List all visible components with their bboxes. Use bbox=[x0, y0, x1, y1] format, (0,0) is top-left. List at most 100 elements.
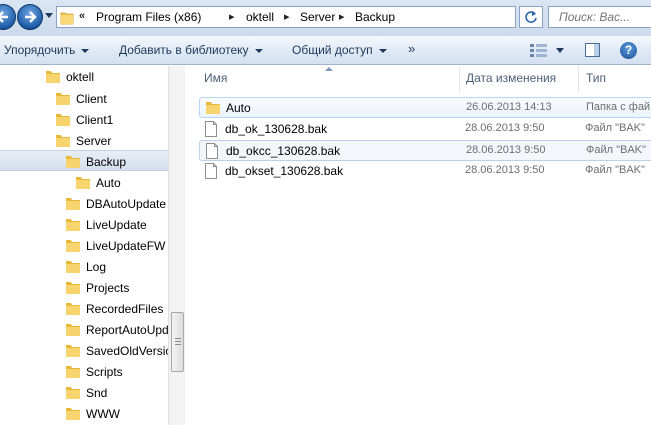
preview-pane-icon[interactable] bbox=[585, 43, 600, 57]
tree-item-projects[interactable]: Projects bbox=[0, 277, 168, 298]
chevron-down-icon bbox=[254, 48, 263, 53]
forward-button[interactable] bbox=[17, 4, 43, 30]
add-to-library-button[interactable]: Добавить в библиотеку bbox=[119, 43, 263, 57]
column-header-type[interactable]: Тип bbox=[586, 71, 606, 85]
file-name: db_ok_130628.bak bbox=[225, 122, 328, 136]
file-row-db-ok[interactable]: db_ok_130628.bak 28.06.2013 9:50 Файл "B… bbox=[199, 119, 651, 140]
tree-item-reportautoupd[interactable]: ReportAutoUpd bbox=[0, 319, 169, 340]
refresh-button[interactable] bbox=[519, 6, 543, 28]
recent-pages-chevron-icon[interactable] bbox=[45, 13, 53, 18]
file-type: Папка с фай bbox=[586, 101, 651, 113]
tree-item-backup[interactable]: Backup bbox=[0, 150, 168, 171]
tree-item-dbautoupdate[interactable]: DBAutoUpdate bbox=[0, 193, 168, 214]
search-box[interactable] bbox=[548, 6, 651, 28]
file-row-auto[interactable]: Auto 26.06.2013 14:13 Папка с фай bbox=[199, 97, 651, 118]
folder-icon bbox=[56, 135, 70, 147]
change-view-icon[interactable] bbox=[530, 43, 548, 57]
breadcrumb-backup[interactable]: Backup bbox=[355, 10, 395, 24]
view-options-chevron-icon[interactable] bbox=[556, 48, 564, 53]
share-button[interactable]: Общий доступ bbox=[292, 43, 387, 57]
folder-icon bbox=[66, 219, 80, 231]
file-type: Файл "BAK" bbox=[585, 164, 645, 176]
chevron-down-icon bbox=[81, 48, 90, 53]
file-date: 28.06.2013 9:50 bbox=[465, 164, 545, 176]
breadcrumb-overflow[interactable]: « bbox=[79, 10, 85, 22]
file-icon bbox=[205, 121, 217, 137]
chevron-down-icon bbox=[378, 48, 387, 53]
address-field[interactable]: « Program Files (x86) ▸ oktell ▸ Server … bbox=[56, 6, 570, 28]
folder-icon bbox=[46, 71, 60, 83]
tree-item-label: Projects bbox=[86, 281, 130, 295]
file-name: Auto bbox=[226, 101, 251, 115]
column-divider[interactable] bbox=[578, 66, 579, 92]
breadcrumb-server[interactable]: Server bbox=[300, 10, 335, 24]
back-arrow-icon bbox=[0, 11, 8, 23]
file-icon bbox=[206, 143, 218, 159]
breadcrumb-separator[interactable]: ▸ bbox=[284, 10, 290, 23]
tree-item-savedoldversio[interactable]: SavedOldVersio bbox=[0, 340, 172, 361]
tree-item-snd[interactable]: Snd bbox=[0, 382, 168, 403]
tree-item-label: DBAutoUpdate bbox=[86, 197, 167, 211]
tree-item-label: SavedOldVersio bbox=[86, 344, 173, 358]
command-toolbar: Упорядочить Добавить в библиотеку Общий … bbox=[0, 36, 651, 65]
folder-icon bbox=[66, 282, 80, 294]
file-type: Файл "BAK" bbox=[585, 122, 645, 134]
column-divider[interactable] bbox=[459, 66, 460, 92]
address-bar-row: « Program Files (x86) ▸ oktell ▸ Server … bbox=[0, 0, 651, 36]
column-header-date[interactable]: Дата изменения bbox=[466, 71, 556, 85]
tree-item-www[interactable]: WWW bbox=[0, 403, 168, 424]
tree-item-client1[interactable]: Client1 bbox=[0, 109, 168, 130]
tree-item-label: Scripts bbox=[86, 365, 123, 379]
folder-icon bbox=[60, 12, 74, 25]
tree-item-scripts[interactable]: Scripts bbox=[0, 361, 168, 382]
file-list-pane: Имя Дата изменения Тип Auto 26.06.2013 1… bbox=[189, 66, 651, 425]
tree-item-label: Server bbox=[76, 134, 112, 148]
back-button[interactable] bbox=[0, 4, 16, 30]
breadcrumb-separator[interactable]: ▸ bbox=[229, 10, 235, 23]
file-row-db-okset[interactable]: db_okset_130628.bak 28.06.2013 9:50 Файл… bbox=[199, 161, 651, 182]
folder-icon bbox=[66, 303, 80, 315]
scrollbar-thumb[interactable] bbox=[171, 312, 184, 372]
file-name: db_okset_130628.bak bbox=[225, 164, 344, 178]
file-date: 26.06.2013 14:13 bbox=[466, 101, 552, 113]
file-icon bbox=[205, 163, 217, 179]
tree-item-label: ReportAutoUpd bbox=[86, 323, 169, 337]
organize-button[interactable]: Упорядочить bbox=[4, 43, 90, 57]
file-type: Файл "BAK" bbox=[586, 144, 646, 156]
navigation-scrollbar[interactable] bbox=[168, 66, 185, 425]
tree-item-label: Auto bbox=[96, 176, 121, 190]
tree-item-label: Client1 bbox=[76, 113, 114, 127]
folder-icon bbox=[66, 261, 80, 273]
column-header-name[interactable]: Имя bbox=[204, 71, 227, 85]
tree-item-label: Log bbox=[86, 260, 107, 274]
tree-item-liveupdate[interactable]: LiveUpdate bbox=[0, 214, 168, 235]
tree-item-server[interactable]: Server bbox=[0, 130, 168, 151]
search-input[interactable] bbox=[549, 7, 651, 27]
tree-item-auto[interactable]: Auto bbox=[0, 172, 168, 193]
help-icon[interactable]: ? bbox=[620, 42, 637, 59]
tree-item-log[interactable]: Log bbox=[0, 256, 168, 277]
folder-icon bbox=[66, 240, 80, 252]
sort-ascending-icon bbox=[325, 67, 333, 71]
navigation-pane: oktell Client Client1 Server Backup Auto… bbox=[0, 66, 185, 425]
breadcrumb-separator[interactable]: ▸ bbox=[339, 10, 345, 23]
organize-label: Упорядочить bbox=[4, 43, 76, 57]
share-label: Общий доступ bbox=[292, 43, 373, 57]
folder-icon bbox=[66, 387, 80, 399]
folder-open-icon bbox=[66, 156, 80, 168]
tree-item-label: LiveUpdateFW bbox=[86, 239, 166, 253]
breadcrumb-program-files[interactable]: Program Files (x86) bbox=[96, 10, 201, 24]
folder-icon bbox=[56, 93, 70, 105]
add-to-library-label: Добавить в библиотеку bbox=[119, 43, 249, 57]
file-date: 28.06.2013 9:50 bbox=[465, 122, 545, 134]
breadcrumb-oktell[interactable]: oktell bbox=[246, 10, 274, 24]
tree-item-recordedfiles[interactable]: RecordedFiles bbox=[0, 298, 168, 319]
tree-item-client[interactable]: Client bbox=[0, 88, 168, 109]
tree-item-liveupdatefw[interactable]: LiveUpdateFW bbox=[0, 235, 168, 256]
tree-item-oktell[interactable]: oktell bbox=[0, 66, 168, 87]
tree-item-label: WWW bbox=[86, 407, 120, 421]
file-row-db-okcc[interactable]: db_okcc_130628.bak 28.06.2013 9:50 Файл … bbox=[199, 140, 651, 161]
file-name: db_okcc_130628.bak bbox=[226, 144, 341, 158]
tree-item-label: Backup bbox=[86, 155, 127, 169]
more-commands-button[interactable]: » bbox=[408, 41, 415, 56]
